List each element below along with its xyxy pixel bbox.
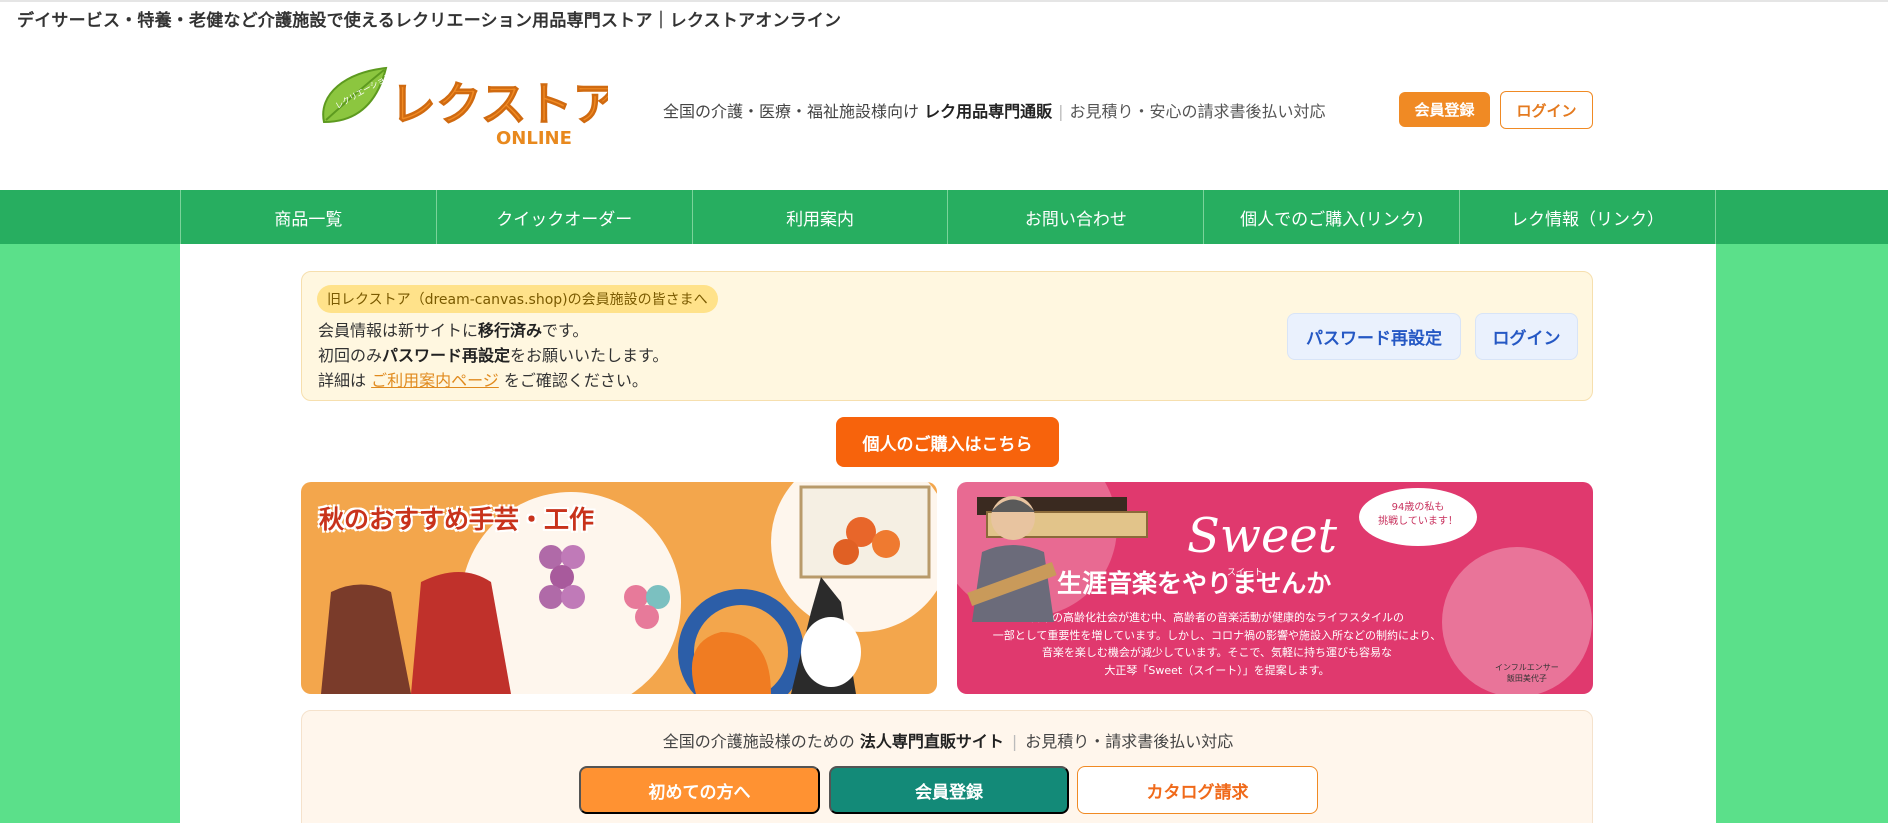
- notice-badge: 旧レクストア（dream-canvas.shop)の会員施設の皆さまへ: [317, 285, 718, 313]
- logo-main-text: レクストア: [390, 77, 608, 131]
- promo-text: 全国の介護施設様のための 法人専門直販サイト | お見積り・請求書後払い対応: [662, 732, 1234, 751]
- migration-notice: 旧レクストア（dream-canvas.shop)の会員施設の皆さまへ 会員情報…: [301, 271, 1593, 401]
- personal-purchase-button[interactable]: 個人のご購入はこちら: [836, 417, 1059, 467]
- corporate-promo: 全国の介護施設様のための 法人専門直販サイト | お見積り・請求書後払い対応 初めて…: [301, 710, 1593, 823]
- crafts-banner-title: 秋のおすすめ手芸・工作: [319, 505, 595, 534]
- notice-line-2: 初回のみパスワード再設定をお願いいたします。: [318, 346, 669, 365]
- nav-item-quick-order[interactable]: クイックオーダー: [437, 190, 693, 244]
- music-speech-bubble: 94歳の私も 挑戦しています！: [1359, 488, 1477, 546]
- influencer-caption: インフルエンサー 飯田美代子: [1495, 663, 1559, 684]
- store-logo[interactable]: レクリエーションストア レクストア ONLINE: [316, 59, 619, 150]
- guide-page-link[interactable]: ご利用案内ページ: [371, 371, 499, 390]
- sweet-brand-logo: Sweet: [1187, 508, 1338, 564]
- notice-login-button[interactable]: ログイン: [1475, 313, 1578, 360]
- influencer-photo: [967, 496, 1057, 622]
- promo-register-button[interactable]: 会員登録: [829, 766, 1069, 814]
- nav-item-personal-purchase[interactable]: 個人でのご購入(リンク): [1204, 190, 1461, 244]
- logo-graphic: レクリエーションストア レクストア ONLINE: [322, 59, 619, 149]
- header-login-button[interactable]: ログイン: [1500, 91, 1593, 129]
- top-border: [0, 0, 1888, 2]
- nav-item-contact[interactable]: お問い合わせ: [948, 190, 1205, 244]
- site-title: デイサービス・特養・老健など介護施設で使えるレクリエーション用品専門ストア｜レク…: [17, 11, 842, 31]
- sweet-music-banner[interactable]: 94歳の私も 挑戦しています！ Sweet スイート 生涯音楽をやりませんか 日本…: [957, 482, 1593, 694]
- nav-item-rec-info[interactable]: レク情報（リンク）: [1460, 190, 1716, 244]
- music-banner-headline: 生涯音楽をやりませんか: [1057, 569, 1332, 598]
- nav-item-products[interactable]: 商品一覧: [181, 190, 437, 244]
- header-tagline: 全国の介護・医療・福祉施設様向け レク用品専門通販 | お見積り・安心の請求書後払い…: [663, 102, 1326, 121]
- autumn-crafts-banner[interactable]: 秋のおすすめ手芸・工作: [301, 482, 937, 694]
- password-reset-button[interactable]: パスワード再設定: [1287, 313, 1461, 360]
- notice-line-3: 詳細は ご利用案内ページ をご確認ください。: [318, 371, 648, 390]
- header-register-button[interactable]: 会員登録: [1399, 92, 1490, 127]
- nav-item-guide[interactable]: 利用案内: [693, 190, 949, 244]
- first-time-button[interactable]: 初めての方へ: [579, 766, 820, 814]
- main-nav: 商品一覧 クイックオーダー 利用案内 お問い合わせ 個人でのご購入(リンク) レ…: [180, 190, 1716, 244]
- catalog-request-button[interactable]: カタログ請求: [1077, 766, 1318, 814]
- logo-sub-text: ONLINE: [496, 128, 572, 149]
- notice-line-1: 会員情報は新サイトに移行済みです。: [318, 321, 589, 340]
